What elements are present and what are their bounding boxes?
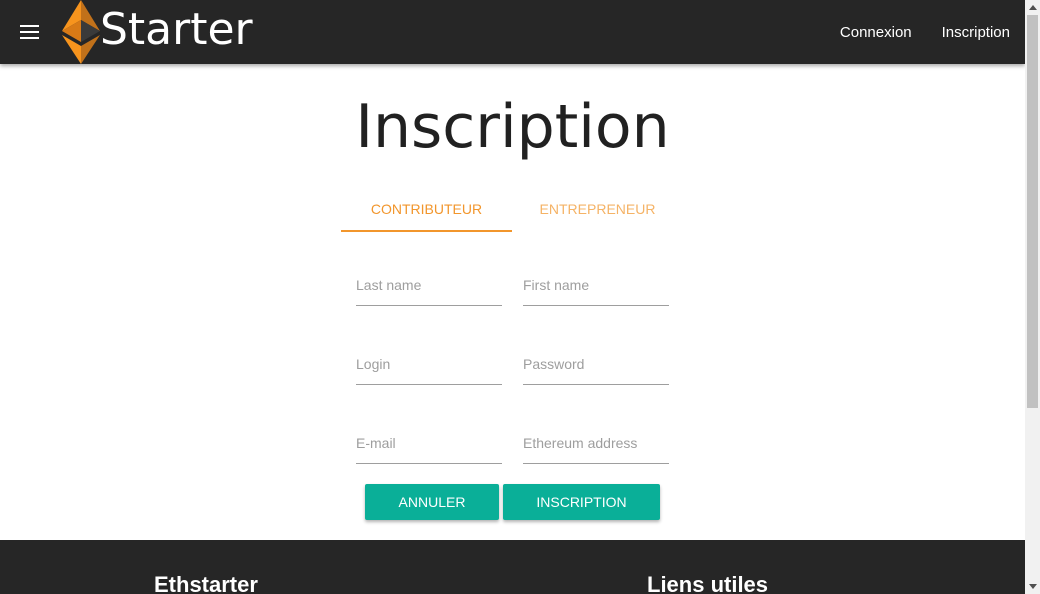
brand-link[interactable]: Starter bbox=[60, 0, 253, 64]
top-navbar: Starter Connexion Inscription bbox=[0, 0, 1025, 64]
scroll-down-arrow-icon[interactable] bbox=[1025, 579, 1040, 594]
submit-inscription-button[interactable]: INSCRIPTION bbox=[503, 484, 660, 520]
first-name-input[interactable] bbox=[523, 272, 669, 298]
login-input[interactable] bbox=[356, 351, 502, 377]
ethereum-address-input[interactable] bbox=[523, 430, 669, 456]
account-type-tabs: CONTRIBUTEUR ENTREPRENEUR bbox=[341, 188, 683, 233]
email-field bbox=[356, 424, 502, 464]
page-scrollbar[interactable] bbox=[1025, 0, 1040, 594]
nav-link-connexion[interactable]: Connexion bbox=[840, 24, 912, 41]
page-title: Inscription bbox=[355, 92, 670, 162]
ethereum-address-field bbox=[523, 424, 669, 464]
top-nav: Connexion Inscription bbox=[810, 0, 1010, 64]
email-input[interactable] bbox=[356, 430, 502, 456]
cancel-button[interactable]: ANNULER bbox=[365, 484, 499, 520]
menu-line bbox=[20, 25, 39, 27]
hamburger-menu-icon[interactable] bbox=[16, 20, 44, 44]
last-name-input[interactable] bbox=[356, 272, 502, 298]
ethereum-diamond-icon bbox=[62, 0, 100, 64]
menu-line bbox=[20, 37, 39, 39]
tab-entrepreneur[interactable]: ENTREPRENEUR bbox=[512, 188, 683, 232]
page-footer: Ethstarter Liens utiles bbox=[0, 540, 1025, 594]
scroll-up-arrow-icon[interactable] bbox=[1025, 0, 1040, 15]
first-name-field bbox=[523, 266, 669, 306]
tab-contributeur[interactable]: CONTRIBUTEUR bbox=[341, 188, 512, 232]
brand-text: Starter bbox=[100, 3, 253, 55]
password-input[interactable] bbox=[523, 351, 669, 377]
footer-heading-liens-utiles: Liens utiles bbox=[647, 572, 769, 594]
last-name-field bbox=[356, 266, 502, 306]
password-field bbox=[523, 345, 669, 385]
menu-line bbox=[20, 31, 39, 33]
page-viewport: Starter Connexion Inscription Inscriptio… bbox=[0, 0, 1025, 594]
scrollbar-thumb[interactable] bbox=[1027, 15, 1038, 408]
active-tab-indicator bbox=[341, 230, 512, 232]
nav-link-inscription[interactable]: Inscription bbox=[942, 24, 1010, 41]
footer-heading-ethstarter: Ethstarter bbox=[154, 572, 258, 594]
login-field bbox=[356, 345, 502, 385]
